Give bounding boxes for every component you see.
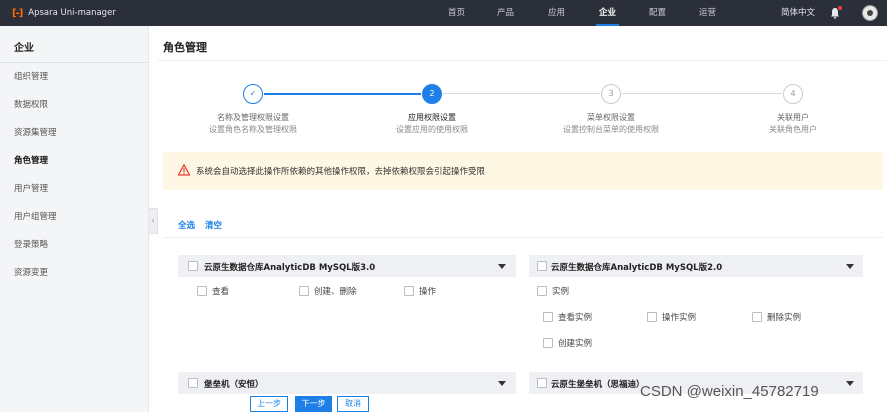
warning-text: 系统会自动选择此操作所依赖的其他操作权限，去掉依赖权限会引起操作受限 (196, 167, 486, 177)
cancel-button[interactable]: 取消 (337, 396, 369, 412)
chevron-down-icon[interactable] (846, 264, 854, 269)
notification-dot (838, 6, 842, 10)
checkbox-create-instance[interactable] (543, 338, 553, 348)
step-3-desc: 设置控制台菜单的使用权限 (563, 125, 659, 134)
option-create-delete-label: 创建、删除 (314, 287, 357, 297)
user-avatar[interactable] (862, 5, 878, 21)
step-3-circle: 3 (601, 84, 621, 104)
option-view-instance-label: 查看实例 (558, 313, 593, 323)
checkbox-instance-group[interactable] (537, 286, 547, 296)
panel-bastion-anheng-title: 堡垒机（安恒） (204, 380, 264, 390)
step-2-title: 应用权限设置 (408, 113, 456, 122)
notification-bell-icon[interactable] (830, 6, 842, 19)
option-delete-instance-label: 删除实例 (767, 313, 802, 323)
panel-bastion-anheng-checkbox[interactable] (188, 378, 198, 388)
sidebar-item-data-permissions[interactable]: 数据权限 (14, 98, 48, 110)
step-1-desc: 设置角色名称及管理权限 (209, 125, 297, 134)
panel-adb-mysql-2-title: 云原生数据仓库AnalyticDB MySQL版2.0 (551, 263, 723, 273)
nav-applications[interactable]: 应用 (548, 0, 565, 26)
panel-adb-mysql-2-header[interactable]: 云原生数据仓库AnalyticDB MySQL版2.0 (529, 255, 863, 277)
chevron-down-icon[interactable] (498, 381, 506, 386)
instance-group-label: 实例 (552, 287, 570, 297)
clear-link[interactable]: 清空 (205, 219, 222, 231)
checkbox-view[interactable] (197, 286, 207, 296)
sidebar-item-resource-changes[interactable]: 资源变更 (14, 266, 48, 278)
step-4-desc: 关联角色用户 (769, 125, 817, 134)
sidebar-item-resource-sets[interactable]: 资源集管理 (14, 126, 57, 138)
option-operate-instance-label: 操作实例 (662, 313, 697, 323)
step-2-circle: 2 (422, 84, 442, 104)
warning-icon (177, 164, 191, 176)
select-all-link[interactable]: 全选 (178, 219, 195, 231)
sidebar: 企业 组织管理 数据权限 资源集管理 角色管理 用户管理 用户组管理 登录策略 … (0, 26, 149, 412)
option-operate-label: 操作 (419, 287, 437, 297)
warning-alert: 系统会自动选择此操作所依赖的其他操作权限，去掉依赖权限会引起操作受限 (163, 152, 883, 190)
top-navigation-bar: [-] Apsara Uni-manager 首页 产品 应用 企业 配置 运营… (0, 0, 887, 26)
sidebar-item-role-management[interactable]: 角色管理 (14, 154, 48, 166)
panel-adb-mysql-3-checkbox[interactable] (188, 261, 198, 271)
option-view-label: 查看 (212, 287, 230, 297)
panel-bastion-sifudi-title: 云原生堡垒机（思福迪） (551, 380, 645, 390)
apsara-logo-icon: [-] (12, 7, 23, 19)
step-2-desc: 设置应用的使用权限 (396, 125, 468, 134)
language-selector[interactable]: 简体中文 (781, 0, 815, 26)
checkbox-view-instance[interactable] (543, 312, 553, 322)
checkbox-create-delete[interactable] (299, 286, 309, 296)
title-divider (158, 60, 887, 61)
step-4-title: 关联用户 (777, 113, 809, 122)
panel-bastion-sifudi-checkbox[interactable] (537, 378, 547, 388)
nav-enterprise[interactable]: 企业 (595, 0, 620, 26)
panel-bastion-anheng-header[interactable]: 堡垒机（安恒） (178, 372, 516, 394)
app-name: Apsara Uni-manager (28, 8, 116, 18)
actions-divider (163, 237, 883, 238)
step-4-circle: 4 (783, 84, 803, 104)
step-connector-1 (264, 93, 421, 95)
sidebar-collapse-button[interactable]: ‹ (149, 208, 158, 234)
sidebar-item-user-groups[interactable]: 用户组管理 (14, 210, 57, 222)
page-title: 角色管理 (163, 41, 207, 54)
option-create-instance-label: 创建实例 (558, 339, 593, 349)
step-1-check-icon: ✓ (243, 84, 263, 104)
sidebar-title: 企业 (14, 43, 34, 54)
previous-step-button[interactable]: 上一步 (250, 396, 288, 412)
chevron-down-icon[interactable] (498, 264, 506, 269)
step-3-title: 菜单权限设置 (587, 113, 635, 122)
nav-operations[interactable]: 运营 (699, 0, 716, 26)
panel-adb-mysql-3-title: 云原生数据仓库AnalyticDB MySQL版3.0 (204, 263, 376, 273)
panel-adb-mysql-2-checkbox[interactable] (537, 261, 547, 271)
checkbox-operate[interactable] (404, 286, 414, 296)
panel-adb-mysql-3-header[interactable]: 云原生数据仓库AnalyticDB MySQL版3.0 (178, 255, 516, 277)
app-logo[interactable]: [-] Apsara Uni-manager (12, 6, 116, 20)
chevron-down-icon[interactable] (846, 381, 854, 386)
nav-home[interactable]: 首页 (448, 0, 465, 26)
nav-products[interactable]: 产品 (497, 0, 514, 26)
step-connector-2 (443, 93, 600, 94)
nav-configuration[interactable]: 配置 (649, 0, 666, 26)
next-step-button[interactable]: 下一步 (295, 396, 332, 412)
checkbox-delete-instance[interactable] (752, 312, 762, 322)
step-1-title: 名称及管理权限设置 (217, 113, 289, 122)
sidebar-item-login-policy[interactable]: 登录策略 (14, 238, 48, 250)
sidebar-divider (0, 62, 149, 63)
step-connector-3 (622, 93, 782, 94)
checkbox-operate-instance[interactable] (647, 312, 657, 322)
sidebar-item-organization[interactable]: 组织管理 (14, 70, 48, 82)
csdn-watermark: CSDN @weixin_45782719 (640, 383, 819, 400)
sidebar-item-user-management[interactable]: 用户管理 (14, 182, 48, 194)
